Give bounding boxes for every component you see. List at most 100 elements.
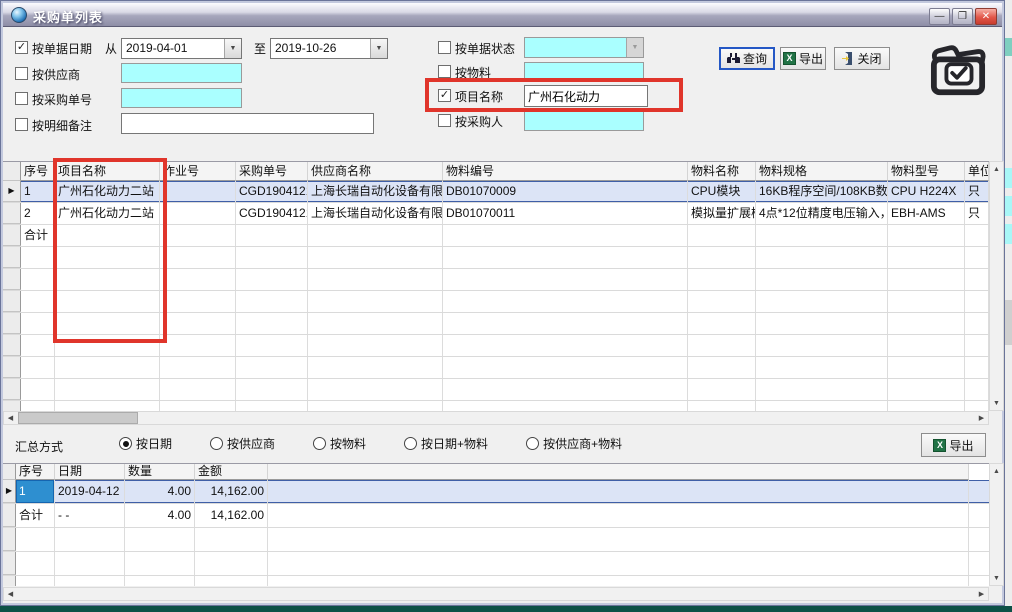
- row-marker[interactable]: [3, 203, 21, 224]
- cell[interactable]: 上海长瑞自动化设备有限公司: [308, 203, 443, 224]
- summary-mode-option-3[interactable]: 按物料: [313, 435, 366, 452]
- row-marker[interactable]: ▶: [3, 480, 16, 503]
- chevron-down-icon[interactable]: ▼: [224, 39, 241, 58]
- cell[interactable]: 2: [21, 203, 55, 224]
- radio-icon[interactable]: [404, 437, 417, 450]
- purchaser-input[interactable]: [524, 111, 644, 131]
- cell[interactable]: 只: [965, 203, 989, 224]
- summary-mode-option-1[interactable]: 按日期: [119, 435, 172, 452]
- table-row[interactable]: 2广州石化动力二站CGD1904121上海长瑞自动化设备有限公司DB010700…: [3, 203, 989, 225]
- titlebar[interactable]: 采购单列表 — ❐ ✕: [3, 3, 1002, 27]
- scroll-up-icon[interactable]: ▲: [990, 162, 1003, 176]
- column-header[interactable]: 物料名称: [688, 162, 756, 181]
- cell[interactable]: CGD1904121: [236, 181, 308, 202]
- cell[interactable]: 模拟量扩展模块: [688, 203, 756, 224]
- column-header[interactable]: 作业号: [160, 162, 236, 181]
- column-header[interactable]: 单位: [965, 162, 989, 181]
- cell[interactable]: 只: [965, 181, 989, 202]
- row-marker[interactable]: [3, 504, 16, 527]
- column-header[interactable]: 数量: [125, 464, 195, 480]
- cell[interactable]: 4.00: [125, 480, 195, 503]
- supplier-input[interactable]: [121, 63, 242, 83]
- column-header[interactable]: 采购单号: [236, 162, 308, 181]
- column-header[interactable]: 物料型号: [888, 162, 965, 181]
- export-button-top[interactable]: X 导出: [780, 47, 826, 70]
- cell[interactable]: CPU模块: [688, 181, 756, 202]
- scroll-right-icon[interactable]: ▶: [975, 412, 988, 424]
- radio-selected-icon[interactable]: [119, 437, 132, 450]
- summary-mode-option-5[interactable]: 按供应商+物料: [526, 435, 622, 452]
- summary-table[interactable]: 序号日期数量金额▶12019-04-124.0014,162.00合计- -4.…: [3, 463, 989, 586]
- cell[interactable]: 合计: [21, 225, 55, 246]
- column-header[interactable]: 金额: [195, 464, 268, 480]
- cell[interactable]: [268, 504, 969, 527]
- table-row[interactable]: 合计- -4.0014,162.00: [3, 504, 989, 528]
- status-combo[interactable]: ▼: [524, 37, 644, 58]
- cell[interactable]: 2019-04-12: [55, 480, 125, 503]
- column-header[interactable]: 序号: [21, 162, 55, 181]
- column-header[interactable]: 物料规格: [756, 162, 888, 181]
- cell[interactable]: 4.00: [125, 504, 195, 527]
- by-status-checkbox[interactable]: [438, 41, 451, 54]
- scrollbar-thumb[interactable]: [18, 412, 138, 424]
- scroll-left-icon[interactable]: ◀: [4, 588, 17, 600]
- chevron-down-icon[interactable]: ▼: [626, 38, 643, 57]
- by-purchaser-checkbox[interactable]: [438, 114, 451, 127]
- row-marker[interactable]: [3, 225, 21, 246]
- cell[interactable]: 广州石化动力二站: [55, 181, 160, 202]
- cell[interactable]: 1: [21, 181, 55, 202]
- scroll-up-icon[interactable]: ▲: [990, 464, 1003, 478]
- project-name-input[interactable]: [524, 85, 648, 107]
- date-to-combo[interactable]: 2019-10-26 ▼: [270, 38, 388, 59]
- main-table-hscrollbar[interactable]: ◀ ▶: [3, 411, 989, 425]
- cell[interactable]: 1: [16, 480, 55, 503]
- cell[interactable]: [160, 181, 236, 202]
- column-header[interactable]: 物料编号: [443, 162, 688, 181]
- cell[interactable]: [888, 225, 965, 246]
- cell[interactable]: - -: [55, 504, 125, 527]
- remark-input[interactable]: [121, 113, 374, 134]
- chevron-down-icon[interactable]: ▼: [370, 39, 387, 58]
- scroll-right-icon[interactable]: ▶: [975, 588, 988, 600]
- cell[interactable]: CGD1904121: [236, 203, 308, 224]
- cell[interactable]: DB01070011: [443, 203, 688, 224]
- table-row[interactable]: ▶1广州石化动力二站 CGD1904121上海长瑞自动化设备有限公司DB01070…: [3, 181, 989, 203]
- cell[interactable]: [308, 225, 443, 246]
- cell[interactable]: 合计: [16, 504, 55, 527]
- radio-icon[interactable]: [313, 437, 326, 450]
- by-material-checkbox[interactable]: [438, 65, 451, 78]
- column-header[interactable]: 日期: [55, 464, 125, 480]
- export-button-bottom[interactable]: X 导出: [921, 433, 986, 457]
- cell[interactable]: [236, 225, 308, 246]
- summary-mode-option-2[interactable]: 按供应商: [210, 435, 275, 452]
- table-row[interactable]: 合计: [3, 225, 989, 247]
- scroll-left-icon[interactable]: ◀: [4, 412, 17, 424]
- query-button[interactable]: 查询: [719, 47, 775, 70]
- cell[interactable]: 4点*12位精度电压输入，: [756, 203, 888, 224]
- scroll-down-icon[interactable]: ▼: [990, 571, 1003, 585]
- by-remark-checkbox[interactable]: [15, 118, 28, 131]
- purchase-order-table[interactable]: 序号项目名称作业号采购单号供应商名称物料编号物料名称物料规格物料型号单位▶1广州…: [3, 161, 989, 411]
- cell[interactable]: DB01070009: [443, 181, 688, 202]
- radio-icon[interactable]: [526, 437, 539, 450]
- summary-table-hscrollbar[interactable]: ◀ ▶: [3, 587, 989, 601]
- main-table-vscrollbar[interactable]: ▲ ▼: [989, 161, 1004, 411]
- cell[interactable]: [443, 225, 688, 246]
- row-marker[interactable]: ▶: [3, 181, 21, 202]
- summary-mode-option-4[interactable]: 按日期+物料: [404, 435, 488, 452]
- column-header[interactable]: 供应商名称: [308, 162, 443, 181]
- material-input[interactable]: [524, 62, 644, 81]
- cell[interactable]: [965, 225, 989, 246]
- po-number-input[interactable]: [121, 88, 242, 108]
- cell[interactable]: 上海长瑞自动化设备有限公司: [308, 181, 443, 202]
- project-name-checkbox[interactable]: ✓: [438, 89, 451, 102]
- cell[interactable]: [160, 225, 236, 246]
- close-window-button[interactable]: 关闭: [834, 47, 890, 70]
- by-supplier-checkbox[interactable]: [15, 67, 28, 80]
- by-date-checkbox[interactable]: ✓: [15, 41, 28, 54]
- date-from-combo[interactable]: 2019-04-01 ▼: [121, 38, 242, 59]
- cell[interactable]: CPU H224X: [888, 181, 965, 202]
- cell[interactable]: [55, 225, 160, 246]
- cell[interactable]: 14,162.00: [195, 504, 268, 527]
- radio-icon[interactable]: [210, 437, 223, 450]
